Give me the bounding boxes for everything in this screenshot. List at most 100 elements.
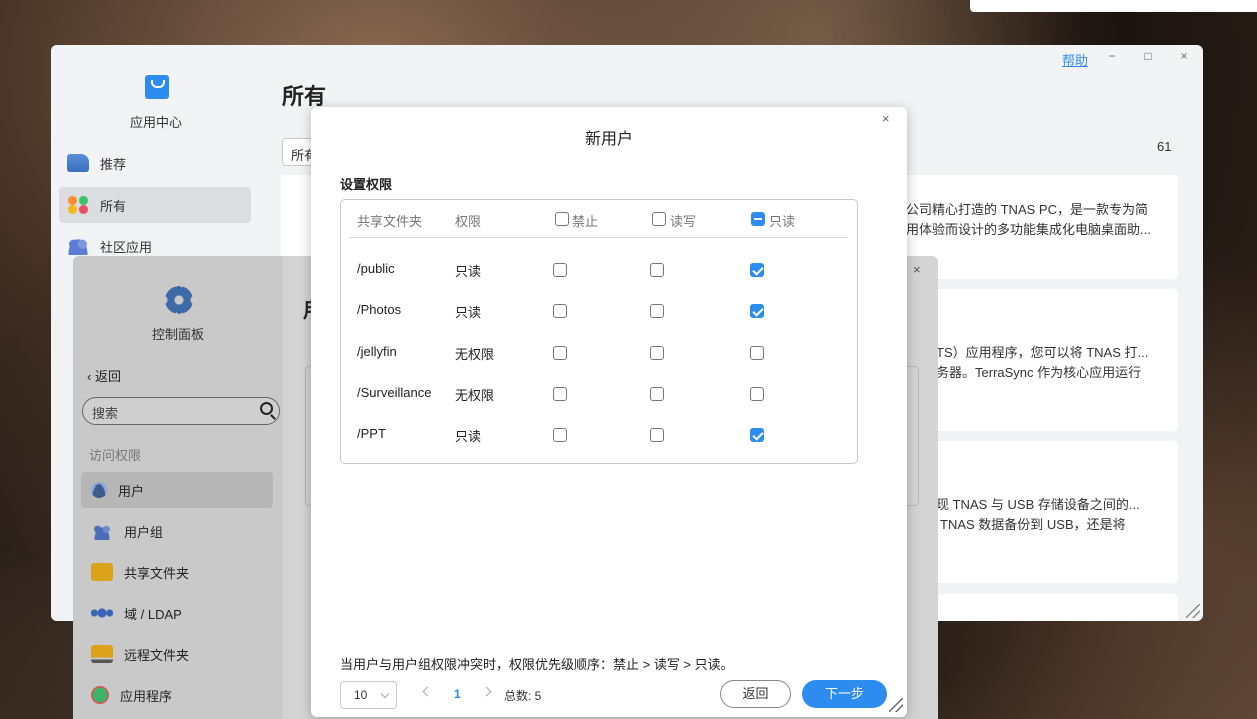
sidebar-item-user-groups[interactable]: 用户组 bbox=[81, 513, 273, 549]
user-group-icon bbox=[91, 522, 113, 540]
resize-grip-icon[interactable] bbox=[1186, 604, 1200, 618]
permission-value: 无权限 bbox=[455, 346, 495, 362]
sidebar-item-label: 域 / LDAP bbox=[124, 606, 182, 622]
next-page-icon[interactable] bbox=[481, 686, 492, 697]
folder-name: /Photos bbox=[357, 302, 402, 318]
app-center-logo-icon bbox=[145, 75, 169, 99]
read-write-checkbox[interactable] bbox=[650, 304, 664, 319]
app-card-desc-line: 务器。TerraSync 作为核心应用运行 bbox=[936, 365, 1142, 380]
read-write-checkbox[interactable] bbox=[650, 263, 664, 277]
app-card[interactable]: 公司精心打造的 TNAS PC，是一款专为简 用体验而设计的多功能集成化电脑桌面… bbox=[906, 175, 1178, 279]
deny-all-checkbox[interactable] bbox=[555, 212, 569, 226]
help-link[interactable]: 帮助 bbox=[1062, 50, 1088, 69]
sidebar-item-label: 远程文件夹 bbox=[124, 647, 190, 663]
read-only-checkbox[interactable] bbox=[750, 386, 764, 401]
permission-value: 只读 bbox=[455, 429, 482, 445]
read-write-checkbox[interactable] bbox=[650, 428, 664, 443]
back-label: 返回 bbox=[94, 369, 121, 384]
read-only-all-checkbox[interactable] bbox=[751, 212, 765, 226]
back-button[interactable]: 返回 bbox=[720, 680, 791, 708]
back-button[interactable]: ‹ 返回 bbox=[87, 366, 121, 385]
permission-value: 只读 bbox=[455, 264, 482, 279]
search-icon[interactable] bbox=[260, 402, 273, 415]
read-only-checkbox[interactable] bbox=[750, 428, 764, 443]
sidebar-item-remote-folders[interactable]: 远程文件夹 bbox=[81, 636, 273, 672]
resize-grip-icon[interactable] bbox=[889, 698, 903, 712]
folder-name: /Surveillance bbox=[357, 384, 432, 400]
app-card-desc-line: TNAS 数据备份到 USB，还是将 bbox=[940, 517, 1126, 532]
sidebar-item-label: 用户组 bbox=[124, 524, 164, 540]
search-placeholder: 搜索 bbox=[92, 406, 119, 421]
folder-icon bbox=[91, 563, 113, 581]
close-icon[interactable]: × bbox=[882, 111, 890, 126]
deny-checkbox[interactable] bbox=[553, 345, 567, 360]
page-size-select[interactable]: 10 bbox=[340, 681, 397, 709]
maximize-icon[interactable]: □ bbox=[1140, 48, 1156, 64]
gear-icon bbox=[165, 286, 193, 314]
sidebar-item-ldap[interactable]: 域 / LDAP bbox=[81, 595, 273, 631]
deny-checkbox[interactable] bbox=[553, 304, 567, 319]
minimize-icon[interactable]: − bbox=[1104, 48, 1120, 64]
current-page[interactable]: 1 bbox=[454, 687, 461, 701]
section-heading: 访问权限 bbox=[89, 448, 142, 463]
table-row: /Surveillance 无权限 bbox=[350, 374, 848, 415]
sidebar-item-label: 应用程序 bbox=[120, 688, 173, 704]
app-card[interactable]: 现 TNAS 与 USB 存储设备之间的... TNAS 数据备份到 USB，还… bbox=[906, 441, 1178, 583]
read-only-checkbox[interactable] bbox=[750, 263, 764, 277]
permission-table: 共享文件夹 权限 禁止 读写 只读 /public 只读/Photos 只读/jel… bbox=[340, 199, 858, 464]
column-header-read-write: 读写 bbox=[670, 214, 697, 229]
apps-grid-icon bbox=[67, 196, 89, 214]
table-row: /public 只读 bbox=[350, 250, 848, 291]
folder-name: /PPT bbox=[357, 426, 386, 442]
nav-label: 所有 bbox=[100, 198, 127, 214]
ldap-icon bbox=[91, 604, 113, 622]
thumbs-up-icon bbox=[67, 154, 89, 172]
apps-icon bbox=[91, 686, 109, 704]
community-icon bbox=[67, 237, 89, 255]
app-center-title: 应用中心 bbox=[129, 115, 182, 130]
read-only-checkbox[interactable] bbox=[750, 304, 764, 319]
sidebar-item-label: 用户 bbox=[118, 483, 145, 499]
column-header-read-only: 只读 bbox=[769, 214, 796, 229]
app-card-desc-line: 用体验而设计的多功能集成化电脑桌面助... bbox=[906, 222, 1151, 237]
app-card[interactable]: TS）应用程序，您可以将 TNAS 打... 务器。TerraSync 作为核心… bbox=[906, 289, 1178, 431]
table-header: 共享文件夹 权限 禁止 读写 只读 bbox=[350, 200, 848, 238]
next-step-button[interactable]: 下一步 bbox=[802, 680, 887, 708]
table-row: /jellyfin 无权限 bbox=[350, 333, 848, 374]
app-card-desc-line: 公司精心打造的 TNAS PC，是一款专为简 bbox=[906, 202, 1148, 217]
sidebar-item-label: 共享文件夹 bbox=[124, 565, 190, 581]
column-header-permission: 权限 bbox=[455, 214, 482, 229]
read-only-checkbox[interactable] bbox=[750, 345, 764, 360]
sidebar-item-shared-folders[interactable]: 共享文件夹 bbox=[81, 554, 273, 590]
permission-value: 只读 bbox=[455, 305, 482, 321]
sidebar-item-applications[interactable]: 应用程序 bbox=[81, 677, 273, 713]
folder-name: /public bbox=[357, 261, 395, 276]
column-header-deny: 禁止 bbox=[572, 214, 599, 229]
table-row: /PPT 只读 bbox=[350, 415, 848, 456]
close-icon[interactable]: × bbox=[1176, 48, 1192, 64]
nav-label: 社区应用 bbox=[100, 239, 153, 255]
folder-name: /jellyfin bbox=[357, 343, 397, 359]
deny-checkbox[interactable] bbox=[553, 428, 567, 443]
sidebar-item-users[interactable]: 用户 bbox=[81, 472, 273, 508]
deny-checkbox[interactable] bbox=[553, 386, 567, 401]
page-size-value: 10 bbox=[354, 688, 368, 702]
dialog-title: 新用户 bbox=[584, 131, 633, 148]
chevron-left-icon: ‹ bbox=[87, 369, 92, 384]
nav-item-recommended[interactable]: 推荐 bbox=[59, 145, 251, 181]
app-card-desc-line: 现 TNAS 与 USB 存储设备之间的... bbox=[936, 497, 1140, 512]
top-panel-fragment bbox=[970, 0, 1257, 12]
search-input[interactable]: 搜索 bbox=[82, 397, 280, 425]
read-write-checkbox[interactable] bbox=[650, 345, 664, 360]
permission-value: 无权限 bbox=[455, 387, 495, 403]
column-header-folder: 共享文件夹 bbox=[357, 214, 423, 229]
deny-checkbox[interactable] bbox=[553, 263, 567, 277]
app-count: 61 bbox=[1157, 139, 1172, 154]
app-card[interactable] bbox=[906, 594, 1178, 621]
close-icon[interactable]: × bbox=[913, 262, 921, 277]
read-write-all-checkbox[interactable] bbox=[652, 212, 666, 226]
nav-item-all[interactable]: 所有 bbox=[59, 187, 251, 223]
previous-page-icon[interactable] bbox=[422, 686, 433, 697]
read-write-checkbox[interactable] bbox=[650, 386, 664, 401]
control-panel-title: 控制面板 bbox=[151, 327, 204, 342]
